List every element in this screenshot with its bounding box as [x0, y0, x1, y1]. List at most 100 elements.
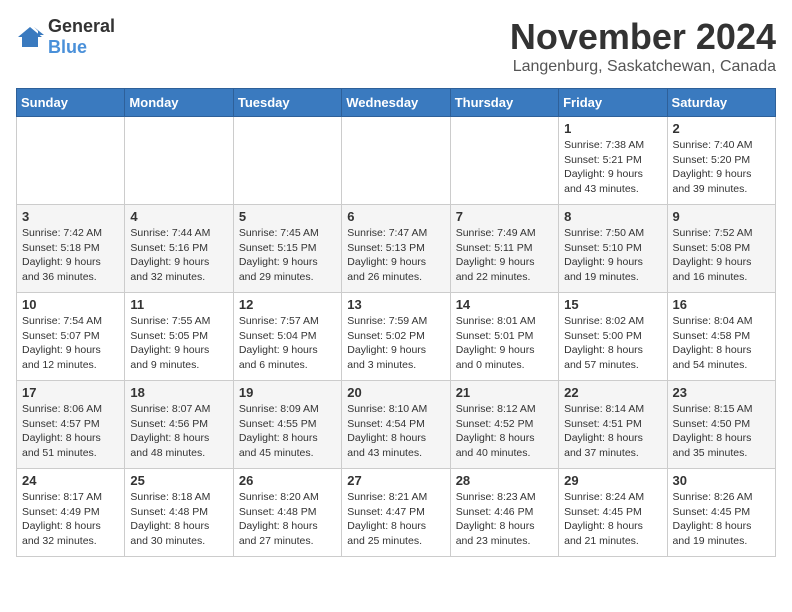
calendar-cell: 20Sunrise: 8:10 AM Sunset: 4:54 PM Dayli… — [342, 381, 450, 469]
day-number: 24 — [22, 473, 119, 488]
calendar-cell: 5Sunrise: 7:45 AM Sunset: 5:15 PM Daylig… — [233, 205, 341, 293]
calendar-cell: 8 Sunrise: 7:50 AM Sunset: 5:10 PM Daylig… — [559, 205, 667, 293]
day-number: 3 — [22, 209, 119, 224]
day-info: Sunrise: 7:38 AM Sunset: 5:21 PM Dayligh… — [564, 138, 661, 197]
header-saturday: Saturday — [667, 89, 775, 117]
header-tuesday: Tuesday — [233, 89, 341, 117]
calendar-cell — [233, 117, 341, 205]
day-number: 15 — [564, 297, 661, 312]
calendar-cell: 23 Sunrise: 8:15 AM Sunset: 4:50 PM Dayli… — [667, 381, 775, 469]
calendar-cell: 1 Sunrise: 7:38 AM Sunset: 5:21 PM Daylig… — [559, 117, 667, 205]
day-info: Sunrise: 8:10 AM Sunset: 4:54 PM Dayligh… — [347, 402, 444, 461]
day-number: 23 — [673, 385, 770, 400]
location-title: Langenburg, Saskatchewan, Canada — [510, 58, 776, 76]
day-info: Sunrise: 8:18 AM Sunset: 4:48 PM Dayligh… — [130, 490, 227, 549]
day-info: Sunrise: 7:54 AM Sunset: 5:07 PM Dayligh… — [22, 314, 119, 373]
day-number: 21 — [456, 385, 553, 400]
calendar-cell: 3 Sunrise: 7:42 AM Sunset: 5:18 PM Daylig… — [17, 205, 125, 293]
day-info: Sunrise: 8:09 AM Sunset: 4:55 PM Dayligh… — [239, 402, 336, 461]
day-info: Sunrise: 8:12 AM Sunset: 4:52 PM Dayligh… — [456, 402, 553, 461]
calendar-cell: 4 Sunrise: 7:44 AM Sunset: 5:16 PM Daylig… — [125, 205, 233, 293]
day-info: Sunrise: 8:07 AM Sunset: 4:56 PM Dayligh… — [130, 402, 227, 461]
day-number: 27 — [347, 473, 444, 488]
day-number: 18 — [130, 385, 227, 400]
calendar-cell — [450, 117, 558, 205]
calendar-body: 1 Sunrise: 7:38 AM Sunset: 5:21 PM Daylig… — [17, 117, 776, 557]
day-info: Sunrise: 8:15 AM Sunset: 4:50 PM Dayligh… — [673, 402, 770, 461]
calendar-cell — [125, 117, 233, 205]
calendar-cell: 30Sunrise: 8:26 AM Sunset: 4:45 PM Dayli… — [667, 469, 775, 557]
calendar-cell: 6Sunrise: 7:47 AM Sunset: 5:13 PM Daylig… — [342, 205, 450, 293]
day-info: Sunrise: 8:21 AM Sunset: 4:47 PM Dayligh… — [347, 490, 444, 549]
logo-icon — [16, 23, 44, 51]
header-sunday: Sunday — [17, 89, 125, 117]
header-friday: Friday — [559, 89, 667, 117]
day-number: 25 — [130, 473, 227, 488]
week-row-1: 3 Sunrise: 7:42 AM Sunset: 5:18 PM Daylig… — [17, 205, 776, 293]
day-number: 26 — [239, 473, 336, 488]
calendar-cell — [342, 117, 450, 205]
title-block: November 2024 Langenburg, Saskatchewan, … — [510, 16, 776, 76]
day-number: 4 — [130, 209, 227, 224]
day-info: Sunrise: 8:06 AM Sunset: 4:57 PM Dayligh… — [22, 402, 119, 461]
day-number: 5 — [239, 209, 336, 224]
week-row-4: 24 Sunrise: 8:17 AM Sunset: 4:49 PM Dayli… — [17, 469, 776, 557]
calendar-cell: 29 Sunrise: 8:24 AM Sunset: 4:45 PM Dayli… — [559, 469, 667, 557]
day-number: 9 — [673, 209, 770, 224]
calendar-cell: 15 Sunrise: 8:02 AM Sunset: 5:00 PM Dayli… — [559, 293, 667, 381]
day-number: 13 — [347, 297, 444, 312]
header-monday: Monday — [125, 89, 233, 117]
day-info: Sunrise: 7:57 AM Sunset: 5:04 PM Dayligh… — [239, 314, 336, 373]
day-number: 16 — [673, 297, 770, 312]
day-info: Sunrise: 7:50 AM Sunset: 5:10 PM Dayligh… — [564, 226, 661, 285]
day-info: Sunrise: 7:40 AM Sunset: 5:20 PM Dayligh… — [673, 138, 770, 197]
day-number: 6 — [347, 209, 444, 224]
logo: General Blue — [16, 16, 115, 58]
day-number: 11 — [130, 297, 227, 312]
calendar-cell: 13Sunrise: 7:59 AM Sunset: 5:02 PM Dayli… — [342, 293, 450, 381]
calendar-cell: 17 Sunrise: 8:06 AM Sunset: 4:57 PM Dayli… — [17, 381, 125, 469]
day-info: Sunrise: 8:02 AM Sunset: 5:00 PM Dayligh… — [564, 314, 661, 373]
calendar-table: Sunday Monday Tuesday Wednesday Thursday… — [16, 88, 776, 557]
calendar-cell: 18 Sunrise: 8:07 AM Sunset: 4:56 PM Dayli… — [125, 381, 233, 469]
day-number: 8 — [564, 209, 661, 224]
day-number: 28 — [456, 473, 553, 488]
header-thursday: Thursday — [450, 89, 558, 117]
day-info: Sunrise: 7:52 AM Sunset: 5:08 PM Dayligh… — [673, 226, 770, 285]
day-info: Sunrise: 8:23 AM Sunset: 4:46 PM Dayligh… — [456, 490, 553, 549]
logo-text: General Blue — [48, 16, 115, 58]
week-row-0: 1 Sunrise: 7:38 AM Sunset: 5:21 PM Daylig… — [17, 117, 776, 205]
header-row: Sunday Monday Tuesday Wednesday Thursday… — [17, 89, 776, 117]
day-info: Sunrise: 8:24 AM Sunset: 4:45 PM Dayligh… — [564, 490, 661, 549]
calendar-cell: 28 Sunrise: 8:23 AM Sunset: 4:46 PM Dayli… — [450, 469, 558, 557]
calendar-cell: 9 Sunrise: 7:52 AM Sunset: 5:08 PM Daylig… — [667, 205, 775, 293]
calendar-cell: 24 Sunrise: 8:17 AM Sunset: 4:49 PM Dayli… — [17, 469, 125, 557]
month-title: November 2024 — [510, 16, 776, 58]
day-info: Sunrise: 7:55 AM Sunset: 5:05 PM Dayligh… — [130, 314, 227, 373]
calendar-cell: 26 Sunrise: 8:20 AM Sunset: 4:48 PM Dayli… — [233, 469, 341, 557]
day-info: Sunrise: 8:17 AM Sunset: 4:49 PM Dayligh… — [22, 490, 119, 549]
logo-general: General — [48, 16, 115, 36]
day-number: 10 — [22, 297, 119, 312]
calendar-cell: 11 Sunrise: 7:55 AM Sunset: 5:05 PM Dayli… — [125, 293, 233, 381]
day-info: Sunrise: 7:42 AM Sunset: 5:18 PM Dayligh… — [22, 226, 119, 285]
calendar-cell: 19Sunrise: 8:09 AM Sunset: 4:55 PM Dayli… — [233, 381, 341, 469]
day-info: Sunrise: 8:04 AM Sunset: 4:58 PM Dayligh… — [673, 314, 770, 373]
day-number: 7 — [456, 209, 553, 224]
calendar-cell: 16 Sunrise: 8:04 AM Sunset: 4:58 PM Dayli… — [667, 293, 775, 381]
day-number: 29 — [564, 473, 661, 488]
day-number: 17 — [22, 385, 119, 400]
day-number: 1 — [564, 121, 661, 136]
calendar-cell: 14Sunrise: 8:01 AM Sunset: 5:01 PM Dayli… — [450, 293, 558, 381]
calendar-cell: 2 Sunrise: 7:40 AM Sunset: 5:20 PM Daylig… — [667, 117, 775, 205]
calendar-cell: 27 Sunrise: 8:21 AM Sunset: 4:47 PM Dayli… — [342, 469, 450, 557]
calendar-cell — [17, 117, 125, 205]
calendar-cell: 22Sunrise: 8:14 AM Sunset: 4:51 PM Dayli… — [559, 381, 667, 469]
day-number: 2 — [673, 121, 770, 136]
day-info: Sunrise: 8:20 AM Sunset: 4:48 PM Dayligh… — [239, 490, 336, 549]
day-number: 22 — [564, 385, 661, 400]
week-row-2: 10 Sunrise: 7:54 AM Sunset: 5:07 PM Dayli… — [17, 293, 776, 381]
day-info: Sunrise: 7:44 AM Sunset: 5:16 PM Dayligh… — [130, 226, 227, 285]
page-header: General Blue November 2024 Langenburg, S… — [16, 16, 776, 76]
day-info: Sunrise: 8:01 AM Sunset: 5:01 PM Dayligh… — [456, 314, 553, 373]
